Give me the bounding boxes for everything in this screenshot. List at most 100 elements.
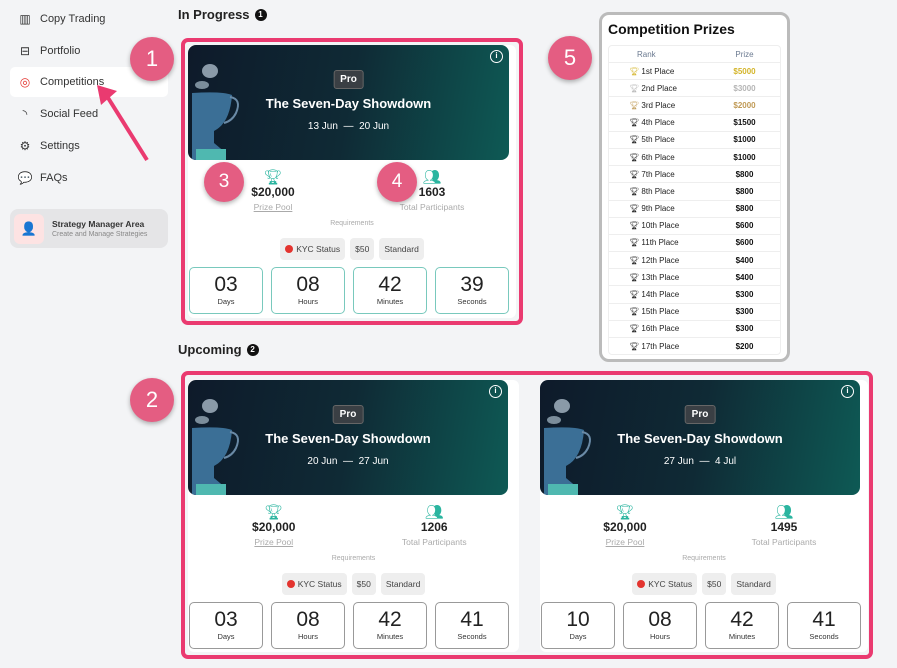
requirement-chip: $50	[351, 573, 376, 595]
trophy-icon: 🏆︎	[629, 118, 640, 128]
trophy-icon: 🏆︎	[629, 221, 640, 231]
trophy-image	[192, 399, 239, 495]
award-icon: ◎	[19, 75, 31, 90]
rank-cell: 🏆︎ 4th Place	[609, 118, 709, 127]
rank-label: 3rd Place	[641, 100, 676, 110]
rank-label: 15th Place	[641, 307, 680, 317]
table-header: Rank Prize	[609, 46, 780, 62]
info-icon[interactable]: i	[490, 50, 503, 63]
timer-value: 39	[460, 273, 484, 296]
rank-label: 4th Place	[641, 118, 675, 128]
countdown-timer: 03 Days 08 Hours 42 Minutes 41 Seconds	[189, 602, 509, 649]
start-date: 20 Jun	[307, 456, 338, 467]
table-row: 🏆︎ 16th Place $300	[609, 319, 780, 337]
table-row: 🏆︎ 1st Place $5000	[609, 62, 780, 79]
trophy-icon: 🏆︎	[629, 66, 640, 76]
prize-pool-link[interactable]: Prize Pool	[214, 537, 334, 547]
sidebar-item-label: Portfolio	[40, 44, 81, 57]
table-row: 🏆︎ 15th Place $300	[609, 302, 780, 320]
participants-stat: 👥︎ 1495 Total Participants	[724, 503, 844, 547]
prize-cell: $800	[735, 186, 754, 196]
rank-cell: 🏆︎ 6th Place	[609, 153, 709, 162]
sidebar-item-faqs[interactable]: 💬 FAQs	[10, 163, 168, 193]
bar-chart-icon: ▥	[19, 12, 31, 26]
prize-cell: $2000	[733, 100, 756, 110]
rss-icon: ◝	[22, 107, 28, 122]
rank-cell: 🏆︎ 17th Place	[609, 342, 709, 351]
sidebar-item-copy-trading[interactable]: ▥ Copy Trading	[10, 4, 168, 34]
trophy-icon: 🏆︎	[629, 204, 640, 214]
upcoming-heading: Upcoming 2	[178, 342, 259, 357]
timer-box: 42 Minutes	[353, 267, 427, 314]
timer-unit: Days	[569, 632, 587, 641]
trophy-icon: 🏆︎	[629, 238, 640, 248]
trophy-icon: 🏆︎	[629, 272, 640, 282]
timer-unit: Hours	[297, 297, 318, 306]
briefcase-icon: ⊟	[19, 43, 31, 58]
sidebar-item-label: Copy Trading	[40, 13, 106, 25]
competition-dates: 20 Jun — 27 Jun	[307, 456, 389, 467]
sidebar-item-label: Social Feed	[40, 108, 99, 121]
annotation-2: 2	[130, 378, 174, 422]
prize-cell: $400	[735, 272, 754, 282]
strategy-manager-area[interactable]: 👤 Strategy Manager Area Create and Manage…	[10, 209, 168, 248]
competition-dates: 13 Jun — 20 Jun	[307, 121, 390, 132]
rank-cell: 🏆︎ 8th Place	[609, 187, 709, 196]
users-icon: 👥︎	[424, 504, 444, 521]
prize-pool-link[interactable]: Prize Pool	[213, 202, 333, 212]
in-progress-heading: In Progress 1	[178, 7, 267, 22]
timer-value: 41	[812, 608, 836, 631]
trophy-icon: 🏆︎	[615, 504, 635, 521]
participants-label: Total Participants	[751, 537, 817, 547]
prize-cell: $600	[735, 221, 754, 231]
requirement-chip: $50	[702, 573, 727, 595]
info-icon[interactable]: i	[489, 385, 502, 398]
start-date: 13 Jun	[307, 121, 338, 132]
x-circle-icon	[286, 580, 295, 588]
requirements-label: Requirements	[331, 555, 376, 562]
x-circle-icon	[285, 245, 294, 253]
prize-cell: $300	[735, 324, 754, 334]
prize-cell: $3000	[733, 83, 756, 93]
timer-box: 08 Hours	[623, 602, 697, 649]
table-row: 🏆︎ 2nd Place $3000	[609, 79, 780, 96]
timer-box: 42 Minutes	[705, 602, 779, 649]
rank-cell: 🏆︎ 12th Place	[609, 256, 709, 265]
timer-box: 10 Days	[541, 602, 615, 649]
prize-value: $20,000	[603, 520, 647, 534]
pointer-arrow	[97, 85, 149, 162]
competition-card[interactable]: i Pro The Seven-Day Showdown 27 Jun — 4 …	[540, 380, 868, 652]
timer-box: 39 Seconds	[435, 267, 509, 314]
requirement-chip: KYC Status	[280, 238, 346, 260]
competition-title: The Seven-Day Showdown	[265, 96, 432, 111]
info-icon[interactable]: i	[841, 385, 854, 398]
rank-label: 7th Place	[641, 169, 675, 179]
timer-box: 08 Hours	[271, 267, 345, 314]
trophy-icon: 🏆︎	[264, 504, 284, 521]
requirement-chip: KYC Status	[281, 573, 347, 595]
requirements-label: Requirements	[330, 220, 374, 227]
prize-cell: $600	[735, 238, 754, 248]
users-icon: 👥︎	[774, 504, 794, 521]
prize-cell: $800	[735, 169, 754, 179]
sidebar-item-label: Settings	[40, 139, 80, 152]
rank-cell: 🏆︎ 13th Place	[609, 273, 709, 282]
timer-unit: Seconds	[457, 632, 487, 641]
manager-avatar-icon: 👤	[14, 213, 44, 244]
prize-cell: $300	[735, 290, 754, 300]
requirement-chip: Standard	[379, 238, 424, 260]
timer-box: 42 Minutes	[353, 602, 427, 649]
timer-unit: Days	[217, 632, 235, 641]
timer-unit: Seconds	[809, 632, 839, 641]
requirement-chip: Standard	[380, 573, 426, 595]
end-date: 20 Jun	[359, 121, 390, 132]
rank-label: 1st Place	[641, 66, 675, 76]
prize-pool-link[interactable]: Prize Pool	[565, 537, 685, 547]
participants-label: Total Participants	[399, 202, 465, 212]
rank-cell: 🏆︎ 11th Place	[609, 238, 709, 247]
trophy-icon: 🏆︎	[629, 324, 640, 334]
trophy-icon: 🏆︎	[629, 307, 640, 317]
competition-card[interactable]: i Pro The Seven-Day Showdown 20 Jun — 27…	[188, 380, 519, 652]
timer-unit: Minutes	[728, 632, 756, 641]
card-banner: i Pro The Seven-Day Showdown 20 Jun — 27…	[188, 380, 508, 495]
